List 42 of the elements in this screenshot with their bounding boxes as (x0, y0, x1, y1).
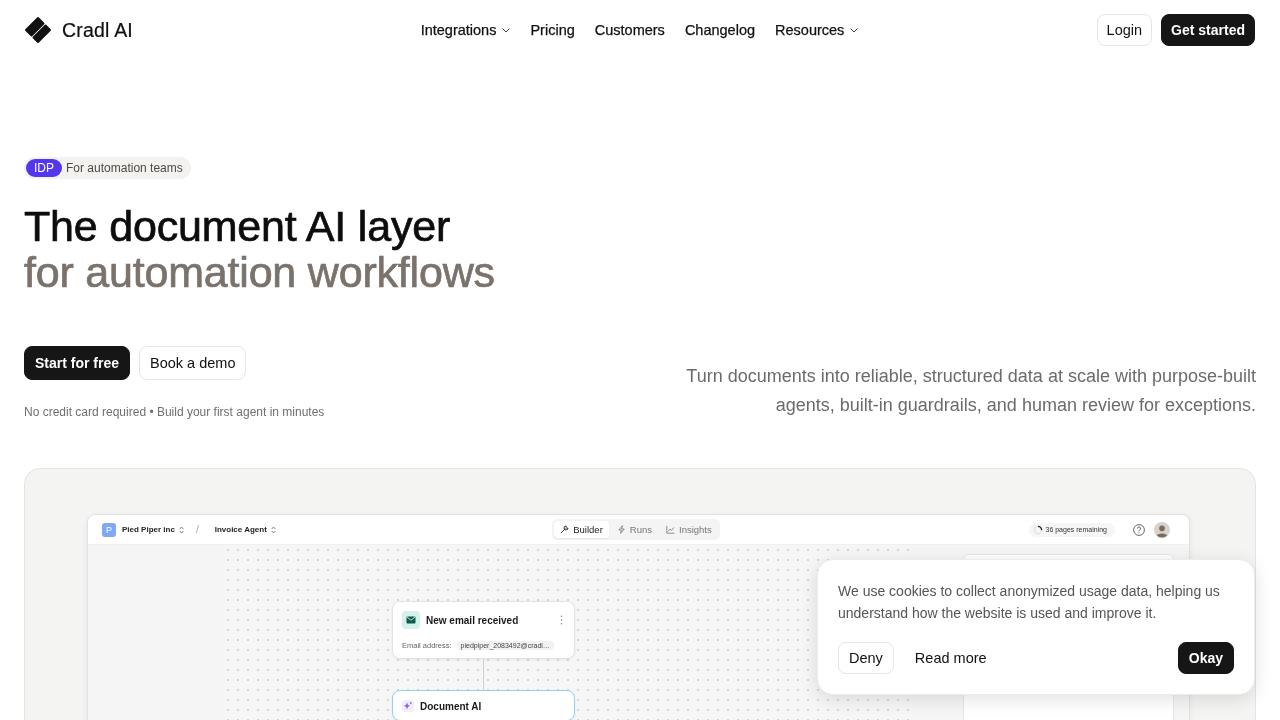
agent-name[interactable]: Invoice Agent (214, 525, 267, 534)
hero-note: No credit card required • Build your first agent in minutes (24, 404, 326, 420)
view-tab[interactable]: Insights (660, 521, 718, 538)
wrench-icon (560, 525, 570, 534)
nav-link[interactable]: Changelog (684, 22, 756, 38)
more-options-icon[interactable] (560, 615, 563, 625)
hero-description: Turn documents into reliable, structured data at scale with purpose-built agents, built-in guardrails, and human review for exceptions. (685, 365, 1256, 417)
hero-heading: The document AI layer (24, 203, 452, 249)
workspace-name[interactable]: Pied Piper inc (122, 525, 175, 534)
user-avatar-icon[interactable] (1154, 521, 1170, 538)
login-button[interactable]: Login (1096, 14, 1153, 46)
start-free-button[interactable]: Start for free (24, 346, 131, 380)
logo-icon[interactable] (24, 16, 52, 44)
nav-link[interactable]: Resources (775, 22, 859, 38)
sparkle-icon (402, 700, 414, 712)
envelope-icon (402, 611, 420, 629)
badge-text: For automation teams (66, 161, 183, 175)
node-title: Document AI (420, 700, 483, 712)
view-tab[interactable]: Runs (610, 521, 658, 538)
lightning-icon (616, 525, 626, 534)
connector-line (483, 659, 484, 690)
get-started-button[interactable]: Get started (1161, 14, 1255, 46)
brand-name[interactable]: Cradl AI (62, 18, 133, 42)
hero-heading-accent: for automation workflows (24, 249, 496, 295)
accept-button[interactable]: Okay (1177, 642, 1234, 674)
cookie-message: We use cookies to collect anonymized usage data, helping us understand how the website is used and improve it. (838, 582, 1221, 623)
nav-link[interactable]: Pricing (530, 22, 575, 38)
view-tab[interactable]: Builder (554, 521, 609, 538)
usage-ring-icon (1032, 524, 1043, 535)
book-demo-button[interactable]: Book a demo (139, 346, 247, 380)
badge-tag: IDP (26, 159, 62, 177)
nav-link[interactable]: Customers (594, 22, 665, 38)
help-icon[interactable] (1133, 523, 1145, 536)
nav-link[interactable]: Integrations (420, 22, 511, 38)
breadcrumb-separator: / (195, 524, 199, 535)
chevron-updown-icon[interactable] (270, 525, 276, 534)
workflow-node[interactable]: Document AI (392, 690, 575, 720)
chevron-updown-icon[interactable] (178, 525, 184, 534)
line-chart-icon (666, 525, 675, 534)
deny-button[interactable]: Deny (838, 642, 894, 674)
read-more-link[interactable]: Read more (903, 642, 998, 674)
node-title: New email received (426, 614, 520, 626)
